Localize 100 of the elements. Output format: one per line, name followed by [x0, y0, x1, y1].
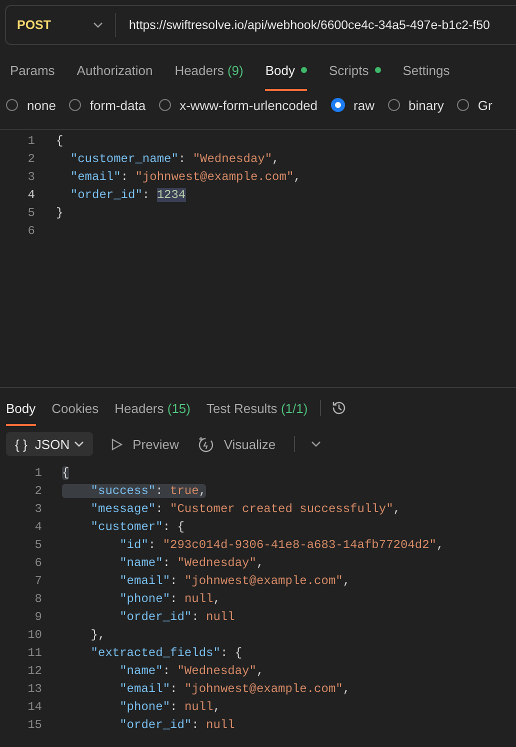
code-punctuation: , [342, 682, 350, 696]
body-type-radio[interactable]: none [6, 98, 56, 112]
code-key: "phone" [62, 592, 170, 606]
code-punctuation: , [256, 664, 264, 678]
line-number: 5 [34, 538, 42, 552]
code-punctuation: : [120, 170, 130, 184]
code-punctuation: , [198, 484, 206, 498]
code-punctuation: : [162, 556, 172, 570]
code-punctuation: , [393, 502, 400, 516]
code-punctuation: : [142, 188, 151, 202]
request-tab[interactable]: Headers (9) [174, 49, 244, 91]
code-key: "phone" [62, 700, 170, 714]
line-number: 2 [26, 152, 35, 166]
line-number: 1 [34, 466, 42, 480]
code-punctuation: : [170, 700, 178, 714]
code-key: "id" [62, 538, 148, 552]
response-tab[interactable]: Cookies [52, 390, 99, 426]
line-number: 9 [34, 610, 42, 624]
code-key: "email" [62, 682, 170, 696]
method-dropdown[interactable]: POST [6, 13, 116, 37]
code-punctuation: : [170, 682, 178, 696]
code-punctuation: , [272, 152, 280, 166]
response-tab[interactable]: Headers (15) [114, 390, 190, 426]
code-null: null [206, 610, 235, 624]
code-string: "Wednesday" [177, 556, 256, 570]
radio-button[interactable] [456, 99, 469, 111]
history-icon[interactable] [330, 400, 347, 416]
code-key: "customer_name" [56, 152, 178, 166]
code-boolean: true [170, 484, 199, 498]
line-number: 14 [26, 700, 42, 714]
request-tab[interactable]: Authorization [76, 49, 153, 91]
code-null: null [184, 592, 214, 606]
code-punctuation: : { [220, 646, 242, 660]
line-number: 4 [26, 188, 35, 202]
code-key: "message" [62, 502, 156, 516]
code-punctuation: : [178, 152, 187, 166]
code-punctuation: , [213, 700, 220, 714]
request-tab[interactable]: Settings [402, 49, 450, 91]
line-number: 11 [26, 646, 42, 660]
code-key: "extracted_fields" [62, 646, 220, 660]
visualize-button[interactable]: Visualize [224, 436, 276, 452]
chevron-down-icon[interactable] [310, 441, 321, 447]
code-key: "email" [56, 170, 121, 184]
code-key: "name" [62, 664, 163, 678]
response-tab[interactable]: Body [6, 390, 36, 426]
request-tab[interactable]: Scripts [328, 49, 381, 91]
radio-button[interactable] [158, 99, 171, 111]
line-number: 5 [26, 206, 35, 220]
sparkle-circle-icon [196, 436, 214, 452]
line-number: 6 [26, 224, 35, 238]
code-punctuation: : [162, 664, 172, 678]
code-number: 1234 [156, 188, 186, 202]
format-dropdown[interactable]: { } JSON [6, 432, 93, 456]
url-field[interactable]: https://swiftresolve.io/api/webhook/6600ce4c-34a5-497e-b1c2-f50 [116, 18, 516, 32]
code-punctuation: , [342, 574, 350, 588]
code-punctuation: }, [90, 628, 106, 642]
play-icon [110, 438, 123, 450]
code-string: "Customer created successfully" [170, 502, 394, 516]
body-type-radio[interactable]: x-www-form-urlencoded [158, 98, 318, 112]
line-number: 13 [26, 682, 42, 696]
code-string: "johnwest@example.com" [135, 170, 294, 184]
preview-button[interactable]: Preview [132, 436, 179, 452]
code-key: "success" [62, 484, 156, 498]
request-tab[interactable]: Params [10, 49, 55, 91]
code-key: "order_id" [56, 188, 142, 202]
chevron-down-icon [74, 441, 84, 447]
line-number: 1 [26, 134, 35, 148]
line-number: 8 [34, 592, 42, 606]
line-number: 3 [34, 502, 42, 516]
request-tab[interactable]: Body [265, 49, 307, 91]
chevron-down-icon [93, 22, 103, 28]
code-punctuation: : { [162, 520, 184, 534]
code-string: "johnwest@example.com" [184, 682, 343, 696]
code-punctuation: : [170, 592, 178, 606]
code-null: null [206, 718, 235, 732]
response-tab[interactable]: Test Results (1/1) [206, 390, 308, 426]
body-type-radio[interactable]: Gr [456, 98, 492, 112]
code-punctuation: , [294, 170, 301, 184]
body-type-radio[interactable]: binary [388, 98, 444, 112]
radio-button[interactable] [330, 98, 345, 112]
code-string: "293c014d-9306-41e8-a683-14afb77204d2" [162, 538, 436, 552]
code-punctuation: , [256, 556, 264, 570]
code-key: "customer" [62, 520, 163, 534]
code-punctuation: } [56, 206, 64, 220]
body-type-radio[interactable]: raw [330, 98, 374, 112]
line-number: 10 [26, 628, 42, 642]
line-number: 6 [34, 556, 42, 570]
code-key: "order_id" [62, 610, 192, 624]
line-number: 2 [34, 484, 42, 498]
radio-button[interactable] [68, 99, 81, 111]
line-number: 3 [26, 170, 35, 184]
code-string: "johnwest@example.com" [184, 574, 343, 588]
line-number: 12 [26, 664, 42, 678]
radio-button[interactable] [6, 99, 18, 111]
line-number: 4 [34, 520, 42, 534]
body-type-radio[interactable]: form-data [68, 98, 146, 112]
code-key: "order_id" [62, 718, 192, 732]
radio-button[interactable] [388, 99, 400, 111]
line-number: 15 [26, 718, 42, 732]
code-punctuation: { [62, 466, 70, 480]
